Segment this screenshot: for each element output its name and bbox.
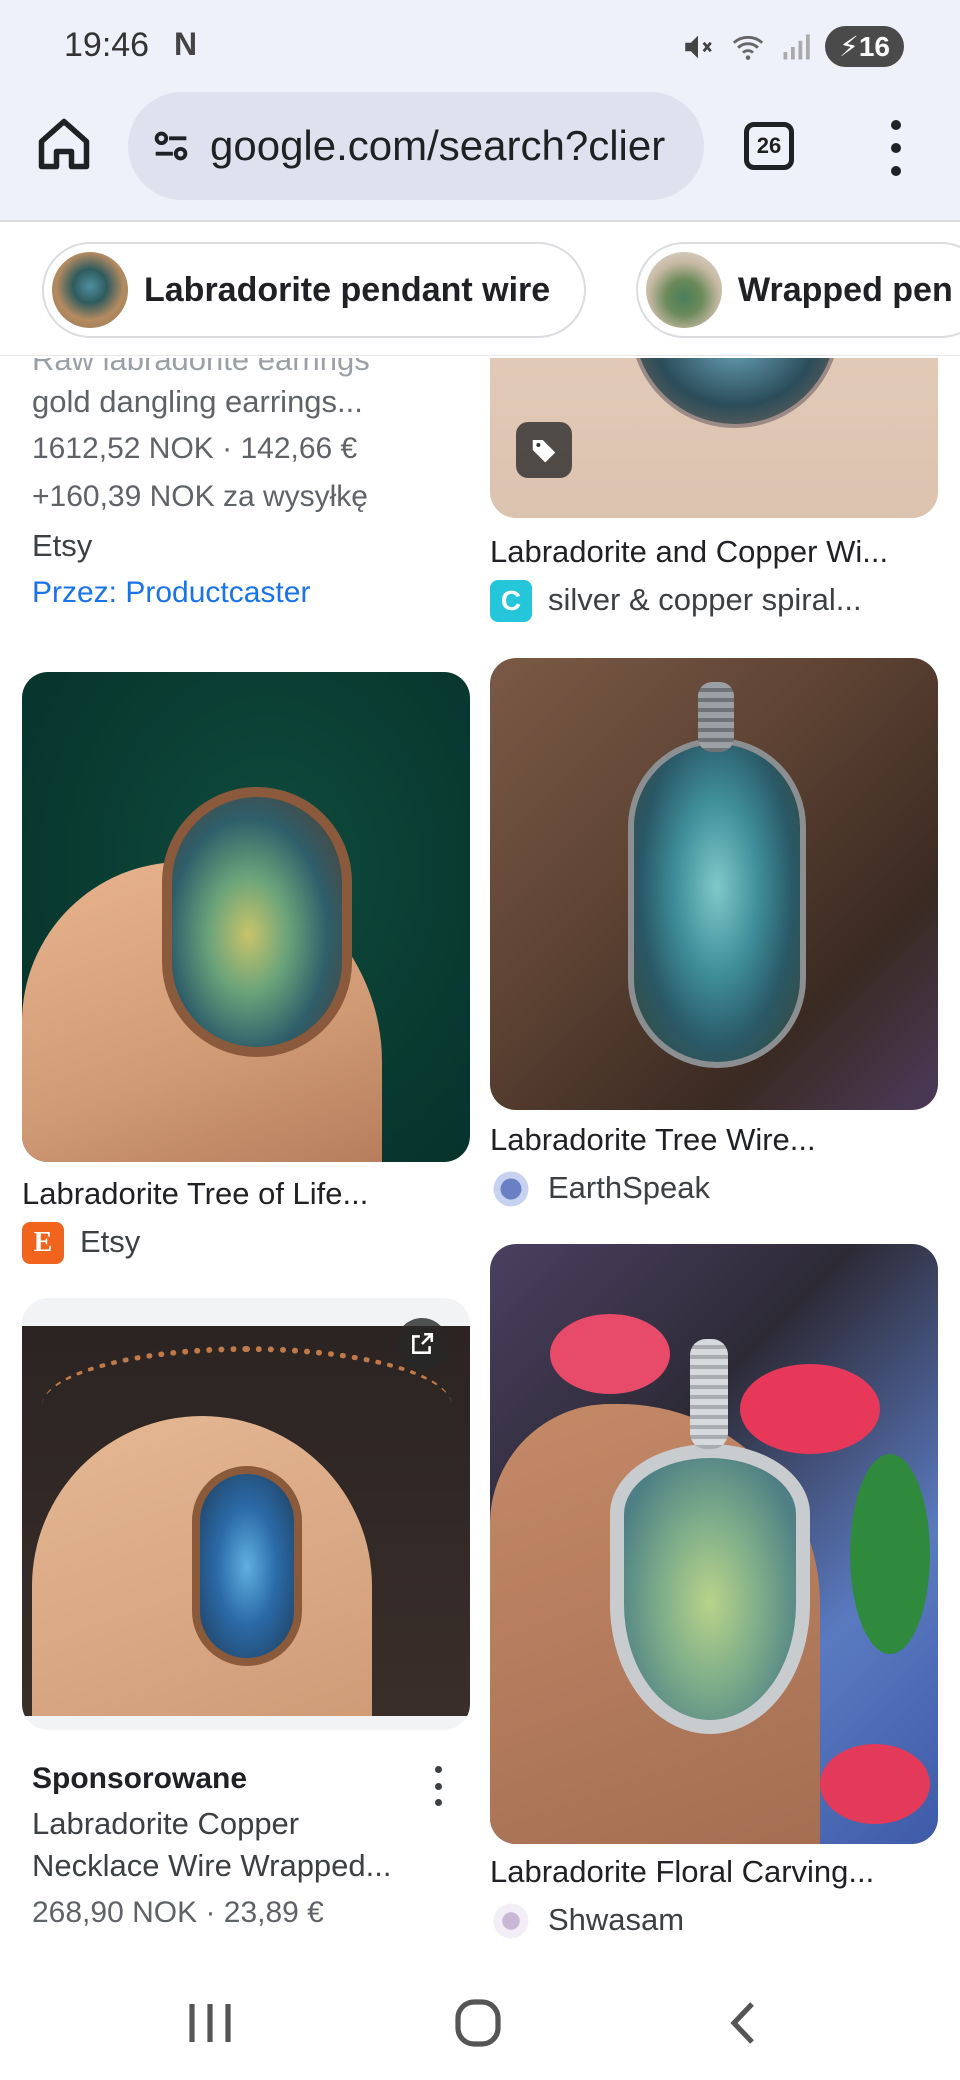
result-price: 268,90 NOK · 23,89 €	[32, 1896, 324, 1929]
result-source: EarthSpeak	[548, 1170, 710, 1205]
related-searches-chips: Labradorite pendant wire Wrapped pen	[0, 224, 960, 356]
bail-shape	[690, 1339, 728, 1449]
result-title-line2[interactable]: Necklace Wire Wrapped...	[32, 1848, 392, 1884]
leaf-shape	[850, 1454, 930, 1654]
signal-icon	[783, 34, 810, 59]
battery-level: 16	[858, 31, 890, 62]
result-title-line1[interactable]: Labradorite Copper	[32, 1806, 299, 1842]
mute-icon	[685, 35, 713, 58]
wifi-icon	[733, 35, 764, 60]
chip-label: Labradorite pendant wire	[144, 270, 551, 309]
home-icon[interactable]	[34, 114, 94, 174]
result-source: Shwasam	[548, 1902, 685, 1937]
site-settings-icon[interactable]	[148, 123, 194, 169]
flower-shape	[740, 1364, 880, 1454]
shwasam-favicon-icon	[493, 1903, 529, 1939]
status-bar: 19:46 N ⚡16	[0, 0, 960, 92]
result-store: Etsy	[32, 528, 93, 563]
home-nav-icon[interactable]	[448, 1998, 508, 2048]
pendant-shape	[610, 1444, 810, 1734]
result-title[interactable]: Labradorite and Copper Wi...	[490, 534, 888, 570]
status-time: 19:46	[64, 26, 150, 64]
result-title-partial[interactable]: Raw labradorite earrings	[32, 358, 370, 378]
image-results-grid: Raw labradorite earrings gold dangling e…	[0, 358, 960, 1962]
carrier-icon: N	[174, 26, 198, 62]
pendant-shape	[630, 358, 840, 428]
battery-icon: ⚡16	[825, 26, 904, 67]
result-title[interactable]: Labradorite Floral Carving...	[490, 1854, 874, 1890]
system-nav-bar	[0, 1962, 960, 2080]
chain-shape	[42, 1346, 452, 1466]
address-bar[interactable]: google.com/search?clier	[128, 92, 704, 200]
result-title[interactable]: Labradorite Tree of Life...	[22, 1176, 368, 1212]
result-shipping: +160,39 NOK za wysyłkę	[32, 480, 368, 513]
url-text[interactable]: google.com/search?clier	[210, 122, 665, 170]
recent-apps-icon[interactable]	[180, 1998, 240, 2048]
globe-favicon-icon	[493, 1171, 529, 1207]
sponsored-label: Sponsorowane	[32, 1762, 248, 1795]
status-icons: ⚡16	[681, 26, 904, 67]
result-image[interactable]	[22, 672, 470, 1162]
flower-shape	[550, 1314, 670, 1394]
result-image[interactable]	[490, 658, 938, 1110]
chip-thumbnail	[646, 252, 722, 328]
result-price: 1612,52 NOK · 142,66 €	[32, 432, 358, 465]
tab-switcher-button[interactable]: 26	[744, 122, 794, 170]
result-source: silver & copper spiral...	[548, 582, 862, 617]
chip-labradorite-pendant-wire[interactable]: Labradorite pendant wire	[42, 242, 587, 338]
bail-shape	[698, 682, 734, 752]
chip-label: Wrapped pen	[738, 270, 953, 309]
browser-menu-button[interactable]	[876, 120, 916, 176]
open-external-icon[interactable]	[396, 1318, 448, 1370]
result-image-sponsored[interactable]	[22, 1298, 470, 1730]
pendant-shape	[162, 787, 352, 1057]
result-image[interactable]	[490, 358, 938, 518]
browser-toolbar: google.com/search?clier 26	[0, 92, 960, 222]
result-via-link[interactable]: Przez: Productcaster	[32, 576, 310, 610]
result-image[interactable]	[490, 1244, 938, 1844]
result-source: Etsy	[80, 1224, 141, 1259]
pendant-shape	[192, 1466, 302, 1666]
result-more-options-button[interactable]	[428, 1766, 448, 1806]
result-title[interactable]: gold dangling earrings...	[32, 384, 363, 420]
back-icon[interactable]	[716, 1998, 776, 2048]
chip-wrapped-pendant[interactable]: Wrapped pen	[636, 242, 960, 338]
etsy-favicon-icon: E	[22, 1222, 64, 1264]
c-favicon-icon: C	[490, 580, 532, 622]
product-tag-icon	[516, 422, 572, 478]
chip-thumbnail	[52, 252, 128, 328]
product-photo	[22, 1326, 470, 1716]
flower-shape	[820, 1744, 930, 1824]
pendant-shape	[628, 738, 806, 1068]
result-title[interactable]: Labradorite Tree Wire...	[490, 1122, 816, 1158]
